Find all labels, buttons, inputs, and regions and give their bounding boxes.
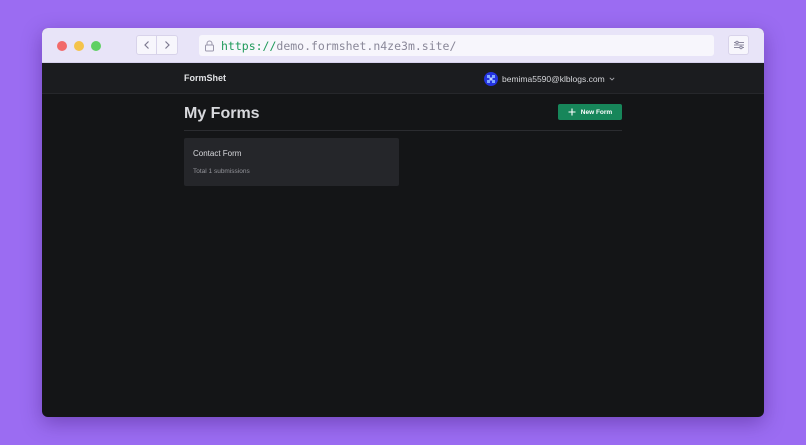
brand-logo[interactable]: FormShet bbox=[184, 73, 226, 83]
lock-icon bbox=[205, 40, 214, 51]
avatar bbox=[484, 72, 498, 86]
page-title: My Forms bbox=[184, 105, 260, 122]
back-icon bbox=[143, 41, 149, 49]
form-card-submissions: Total 1 submissions bbox=[193, 168, 250, 175]
close-window-button[interactable] bbox=[57, 41, 67, 51]
new-form-label: New Form bbox=[580, 108, 613, 116]
plus-icon bbox=[568, 108, 576, 116]
chevron-down-icon bbox=[609, 77, 615, 81]
avatar-icon bbox=[487, 75, 495, 83]
forward-button[interactable] bbox=[157, 35, 178, 55]
browser-window: https://demo.formshet.n4ze3m.site/ FormS… bbox=[42, 28, 764, 417]
app-header: FormShet bemima5590@klblogs.com bbox=[42, 63, 764, 94]
form-card[interactable]: Contact Form Total 1 submissions bbox=[184, 138, 399, 186]
settings-button[interactable] bbox=[728, 35, 749, 55]
new-form-button[interactable]: New Form bbox=[558, 104, 622, 120]
back-button[interactable] bbox=[136, 35, 157, 55]
url-text: https://demo.formshet.n4ze3m.site/ bbox=[221, 39, 456, 53]
user-email: bemima5590@klblogs.com bbox=[502, 74, 605, 84]
url-host: demo.formshet.n4ze3m.site/ bbox=[276, 38, 457, 53]
address-bar[interactable]: https://demo.formshet.n4ze3m.site/ bbox=[199, 35, 714, 56]
user-menu[interactable]: bemima5590@klblogs.com bbox=[484, 71, 615, 87]
form-card-title: Contact Form bbox=[193, 149, 242, 158]
minimize-window-button[interactable] bbox=[74, 41, 84, 51]
maximize-window-button[interactable] bbox=[91, 41, 101, 51]
tune-icon bbox=[733, 40, 744, 50]
browser-toolbar: https://demo.formshet.n4ze3m.site/ bbox=[42, 28, 764, 63]
url-scheme: https:// bbox=[221, 38, 277, 53]
forward-icon bbox=[165, 41, 170, 49]
header-divider bbox=[184, 130, 622, 131]
